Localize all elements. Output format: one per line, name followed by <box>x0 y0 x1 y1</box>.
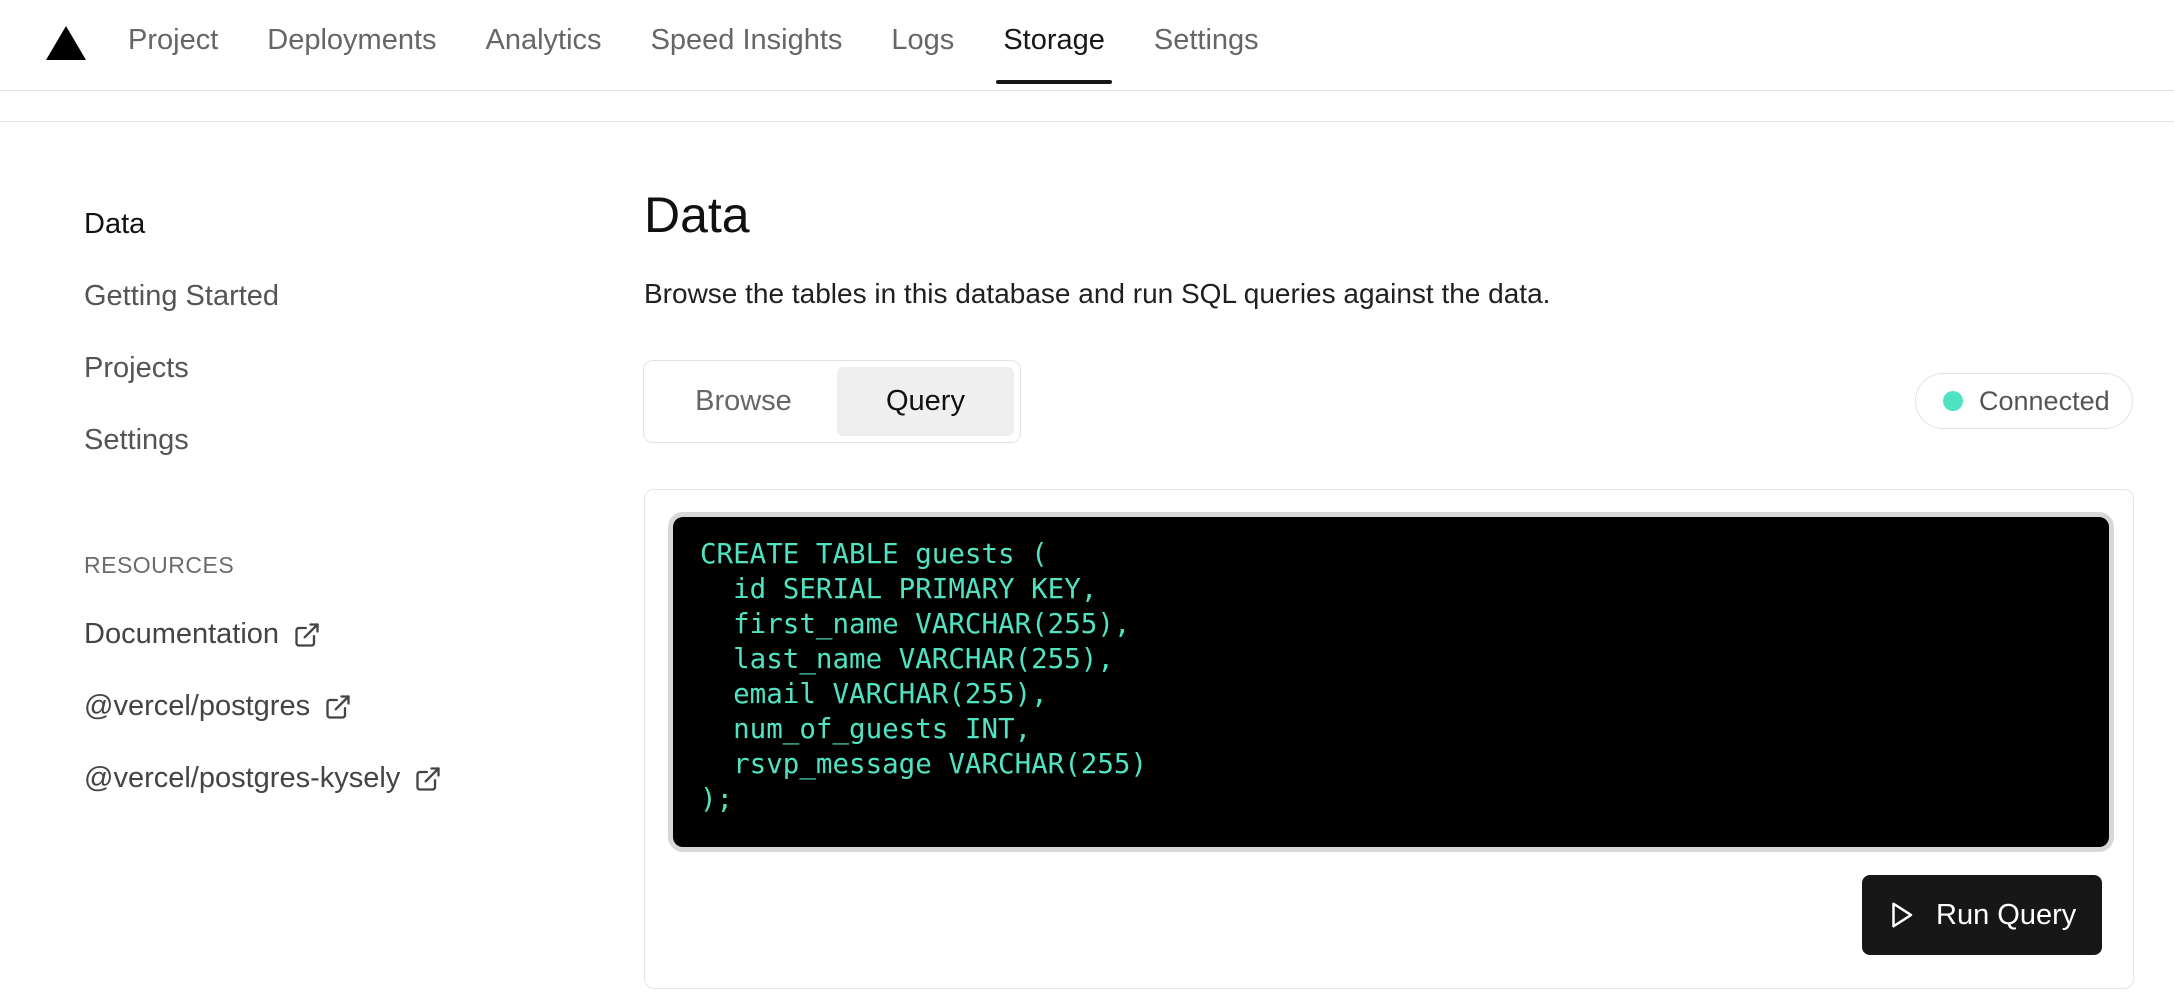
resources-heading: RESOURCES <box>84 552 235 578</box>
tab-logs[interactable]: Logs <box>891 0 954 81</box>
resource-label: @vercel/postgres <box>84 690 311 722</box>
external-link-icon <box>326 694 350 719</box>
external-link-icon <box>416 766 440 791</box>
sidebar-item-settings[interactable]: Settings <box>84 404 189 476</box>
play-icon <box>1892 902 1913 928</box>
top-navigation: Project Deployments Analytics Speed Insi… <box>0 0 2174 91</box>
connection-status-badge: Connected <box>1915 373 2133 429</box>
tab-deployments[interactable]: Deployments <box>267 0 436 81</box>
tab-storage[interactable]: Storage <box>996 0 1112 84</box>
status-dot-icon <box>1943 391 1963 411</box>
tab-speed-insights[interactable]: Speed Insights <box>651 0 843 81</box>
vercel-triangle-icon[interactable] <box>46 26 86 60</box>
run-query-button[interactable]: Run Query <box>1862 875 2102 955</box>
sidebar-item-projects[interactable]: Projects <box>84 332 189 404</box>
resource-link-vercel-postgres-kysely[interactable]: @vercel/postgres-kysely <box>84 762 442 795</box>
divider <box>0 121 2174 122</box>
external-link-icon <box>295 622 319 647</box>
status-label: Connected <box>1979 385 2110 416</box>
resource-label: Documentation <box>84 618 280 650</box>
resource-link-vercel-postgres[interactable]: @vercel/postgres <box>84 690 352 723</box>
page-description: Browse the tables in this database and r… <box>644 278 1551 309</box>
page-title: Data <box>644 187 750 243</box>
sql-editor[interactable]: CREATE TABLE guests ( id SERIAL PRIMARY … <box>673 517 2109 847</box>
tab-analytics[interactable]: Analytics <box>486 0 602 81</box>
project-tabs: Project Deployments Analytics Speed Insi… <box>128 0 1308 91</box>
resource-link-documentation[interactable]: Documentation <box>84 618 321 651</box>
sidebar-item-getting-started[interactable]: Getting Started <box>84 260 279 332</box>
query-panel: CREATE TABLE guests ( id SERIAL PRIMARY … <box>644 489 2134 989</box>
view-mode-toggle: Browse Query <box>643 360 1021 443</box>
sidebar-item-data[interactable]: Data <box>84 188 145 260</box>
tab-project[interactable]: Project <box>128 0 218 81</box>
resource-label: @vercel/postgres-kysely <box>84 762 401 794</box>
tab-settings[interactable]: Settings <box>1154 0 1259 81</box>
sql-code[interactable]: CREATE TABLE guests ( id SERIAL PRIMARY … <box>700 537 2082 817</box>
query-toggle-button[interactable]: Query <box>836 367 1014 436</box>
run-query-label: Run Query <box>1936 898 2077 931</box>
browse-toggle-button[interactable]: Browse <box>650 367 837 436</box>
